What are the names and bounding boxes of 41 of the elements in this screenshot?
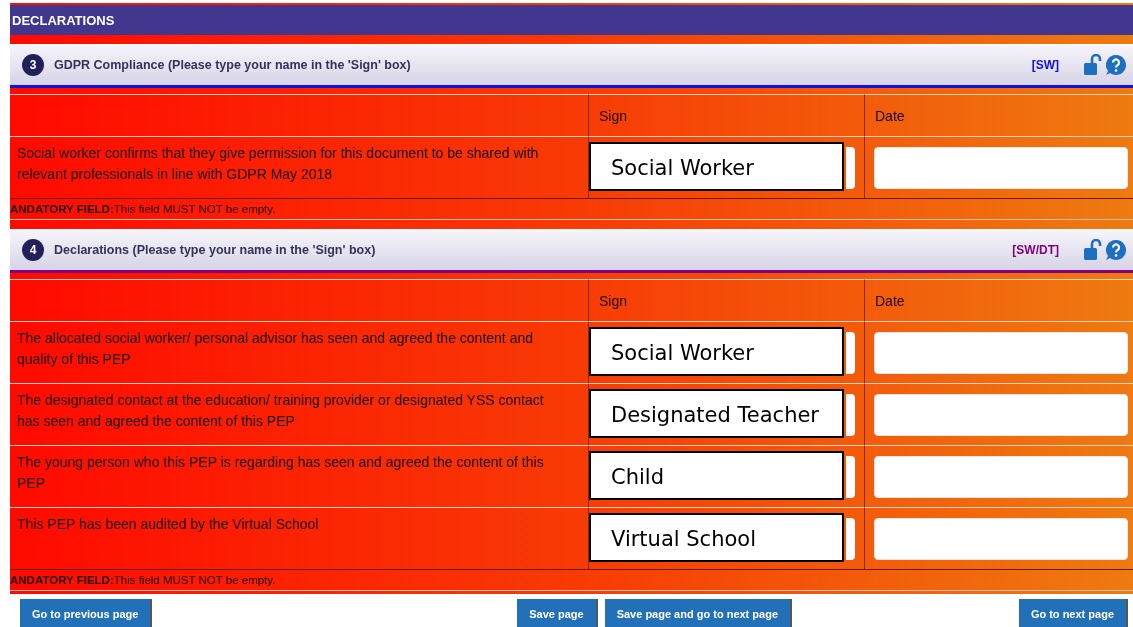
column-header: Date <box>875 292 905 309</box>
sign-input-field[interactable] <box>846 332 855 374</box>
nav-button[interactable]: Go to previous page <box>20 599 153 627</box>
sign-field[interactable]: Child <box>589 451 844 500</box>
sign-input-field[interactable] <box>846 147 855 189</box>
date-field[interactable] <box>874 332 1128 374</box>
sign-input-field[interactable] <box>846 456 855 498</box>
section-title: GDPR Compliance (Please type your name in the 'Sign' box) <box>54 58 412 72</box>
nav-button[interactable]: Save page and go to next page <box>604 599 792 627</box>
sign-field[interactable]: Virtual School <box>589 513 844 562</box>
section-number: 3 <box>22 54 44 76</box>
unlock-icon[interactable] <box>1083 239 1103 261</box>
declaration-text: The designated contact at the education/ training provider or designated YSS contact has seen and agreed the content of this PEP <box>17 392 544 429</box>
declaration-text: The allocated social worker/ personal advisor has seen and agreed the content and quality of this PEP <box>17 330 533 367</box>
role-tag: [SW] <box>1031 58 1059 72</box>
help-icon[interactable] <box>1105 54 1127 76</box>
sign-field[interactable]: Social Worker <box>589 142 844 191</box>
declaration-text: Social worker confirms that they give permission for this document to be shared with relevant professionals in line with GDPR May 2018 <box>17 145 539 182</box>
column-header: Sign <box>599 107 628 124</box>
sign-input-field[interactable] <box>846 394 855 436</box>
help-icon[interactable] <box>1105 239 1127 261</box>
column-header: Sign <box>599 292 628 309</box>
nav-button[interactable]: Save page <box>517 599 598 627</box>
date-field[interactable] <box>874 147 1128 189</box>
sign-field[interactable]: Social Worker <box>589 327 844 376</box>
sign-field[interactable]: Designated Teacher <box>589 389 844 438</box>
mandatory-note: ANDATORY FIELD:This field MUST NOT be empty. <box>10 203 276 215</box>
unlock-icon[interactable] <box>1083 54 1103 76</box>
date-field[interactable] <box>874 518 1128 560</box>
declaration-text: The young person who this PEP is regarding has seen and agreed the content of this PEP <box>17 454 544 491</box>
role-tag: [SW/DT] <box>1012 243 1059 257</box>
nav-button[interactable]: Go to next page <box>1018 599 1128 627</box>
date-field[interactable] <box>874 456 1128 498</box>
mandatory-note: ANDATORY FIELD:This field MUST NOT be empty. <box>10 574 276 586</box>
section-number: 4 <box>22 239 44 261</box>
section-title: Declarations (Please type your name in the 'Sign' box) <box>54 243 377 257</box>
date-field[interactable] <box>874 394 1128 436</box>
sign-input-field[interactable] <box>846 518 855 560</box>
declaration-text: This PEP has been audited by the Virtual School <box>17 516 319 532</box>
column-header: Date <box>875 107 905 124</box>
page-title: DECLARATIONS <box>10 5 1133 35</box>
